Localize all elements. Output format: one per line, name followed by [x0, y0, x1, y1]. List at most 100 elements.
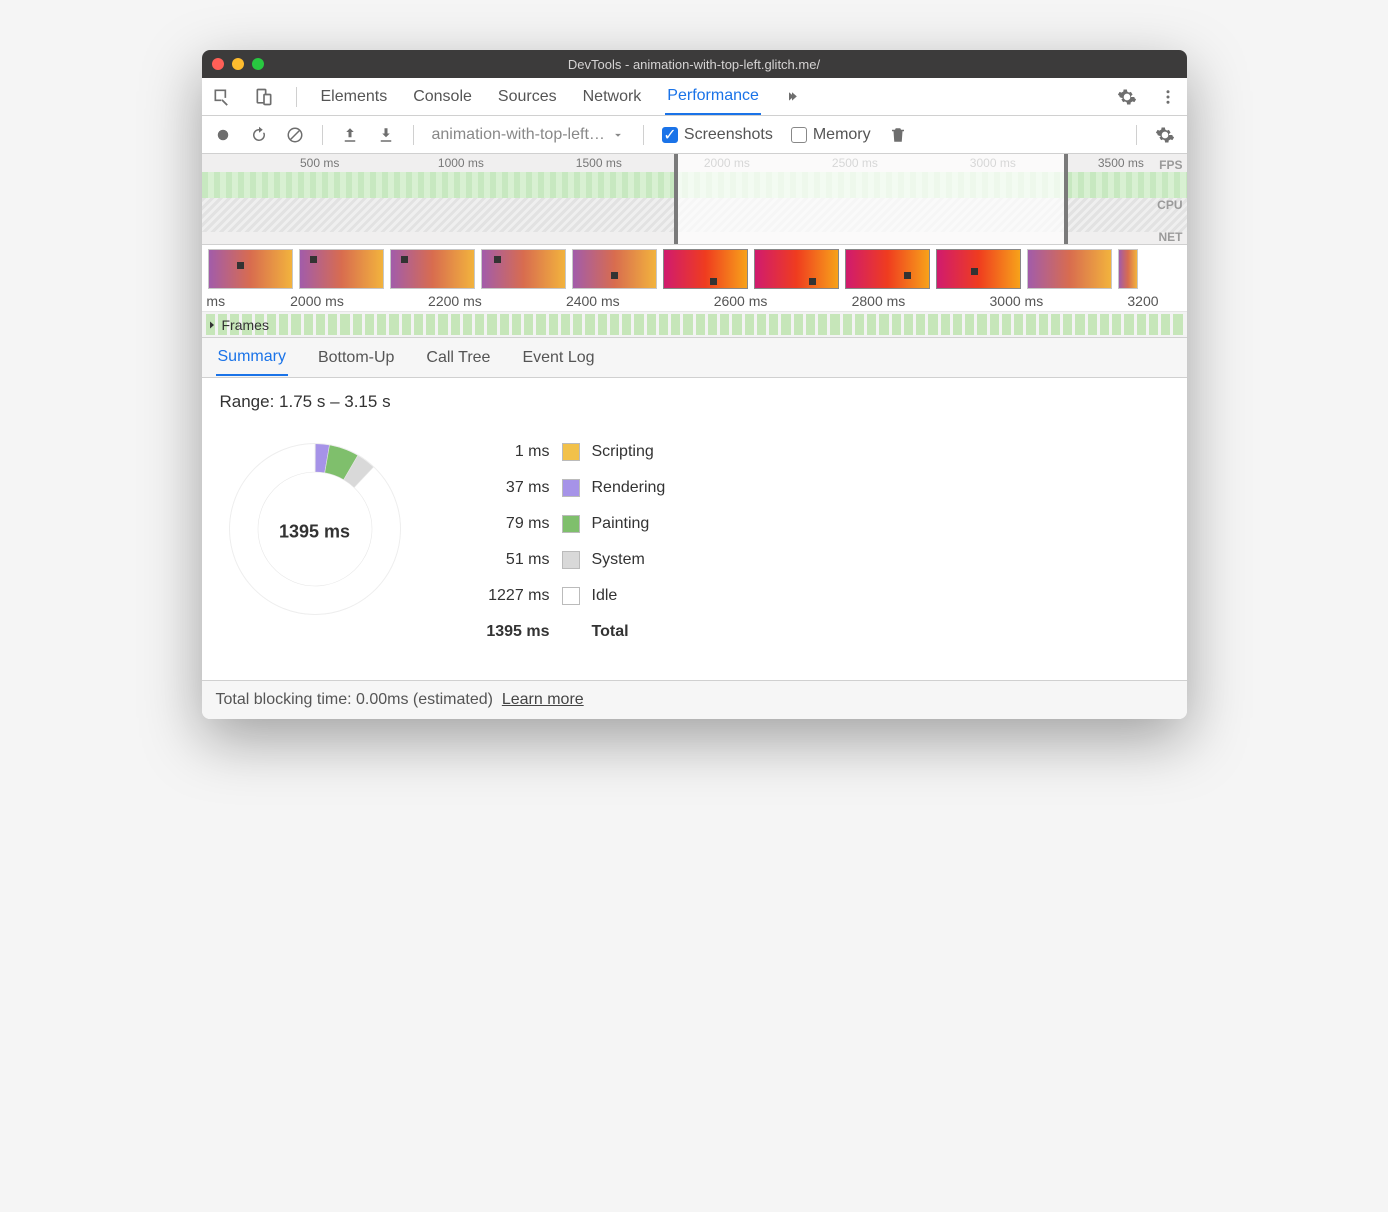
screenshot-thumbnail[interactable] — [663, 249, 748, 289]
screenshots-checkbox[interactable]: ✓ Screenshots — [662, 126, 773, 144]
legend-label: Scripting — [592, 443, 654, 461]
screenshot-thumbnail[interactable] — [1118, 249, 1138, 289]
legend-row: 1227 msIdle — [470, 578, 666, 614]
screenshot-thumbnail[interactable] — [481, 249, 566, 289]
memory-label: Memory — [813, 126, 871, 144]
upload-profile-icon[interactable] — [341, 126, 359, 144]
settings-icon[interactable] — [1117, 87, 1137, 107]
donut-center-value: 1395 ms — [279, 521, 350, 542]
zoom-window-button[interactable] — [252, 58, 264, 70]
fps-lane-label: FPS — [1159, 158, 1182, 172]
download-profile-icon[interactable] — [377, 126, 395, 144]
checkbox-icon — [791, 127, 807, 143]
garbage-collect-icon[interactable] — [889, 126, 907, 144]
legend-row: 1 ms Scripting — [470, 434, 666, 470]
divider — [643, 125, 644, 145]
main-tab-bar: Elements Console Sources Network Perform… — [202, 78, 1187, 116]
close-window-button[interactable] — [212, 58, 224, 70]
legend-row: 51 msSystem — [470, 542, 666, 578]
range-label: Range: 1.75 s – 3.15 s — [220, 392, 1169, 412]
reload-record-button[interactable] — [250, 126, 268, 144]
net-lane-label: NET — [1159, 230, 1183, 244]
timeline-tick: 2000 ms — [290, 293, 344, 309]
overview-selection-handle[interactable] — [674, 154, 1068, 244]
divider — [322, 125, 323, 145]
blocking-time-label: Total blocking time: 0.00ms (estimated) — [216, 691, 493, 708]
record-button[interactable] — [214, 126, 232, 144]
frames-label: Frames — [222, 317, 269, 333]
screenshots-filmstrip[interactable] — [202, 245, 1187, 293]
screenshot-thumbnail[interactable] — [299, 249, 384, 289]
minimize-window-button[interactable] — [232, 58, 244, 70]
legend-ms: 51 ms — [470, 551, 550, 569]
screenshot-thumbnail[interactable] — [208, 249, 293, 289]
legend-swatch — [562, 587, 580, 605]
timeline-tick: 2600 ms — [714, 293, 768, 309]
divider — [413, 125, 414, 145]
window-titlebar[interactable]: DevTools - animation-with-top-left.glitc… — [202, 50, 1187, 78]
overview-tick: 500 ms — [300, 156, 339, 170]
clear-button[interactable] — [286, 126, 304, 144]
overview-panel[interactable]: 500 ms 1000 ms 1500 ms 2000 ms 2500 ms 3… — [202, 154, 1187, 245]
legend-row: 79 ms Painting — [470, 506, 666, 542]
screenshot-thumbnail[interactable] — [936, 249, 1021, 289]
legend-row: 37 ms Rendering — [470, 470, 666, 506]
tab-event-log[interactable]: Event Log — [520, 341, 596, 375]
screenshot-thumbnail[interactable] — [754, 249, 839, 289]
overview-tick: 1000 ms — [438, 156, 484, 170]
tab-sources[interactable]: Sources — [496, 80, 559, 114]
legend-swatch — [562, 443, 580, 461]
dropdown-label: animation-with-top-left… — [432, 126, 605, 144]
frames-track-header[interactable]: Frames — [206, 317, 269, 333]
legend-ms: 1 ms — [470, 443, 550, 461]
timeline-ruler: ms 2000 ms 2200 ms 2400 ms 2600 ms 2800 … — [202, 293, 1187, 311]
more-tabs-icon[interactable] — [783, 88, 801, 106]
chevron-down-icon — [611, 128, 625, 142]
screenshot-thumbnail[interactable] — [390, 249, 475, 289]
tab-bottom-up[interactable]: Bottom-Up — [316, 341, 396, 375]
traffic-lights — [212, 58, 264, 70]
legend-label: Painting — [592, 515, 650, 533]
tab-network[interactable]: Network — [581, 80, 644, 114]
tab-elements[interactable]: Elements — [319, 80, 390, 114]
legend-label: Rendering — [592, 479, 666, 497]
tab-console[interactable]: Console — [411, 80, 474, 114]
checkbox-icon: ✓ — [662, 127, 678, 143]
learn-more-link[interactable]: Learn more — [502, 691, 584, 708]
capture-settings-icon[interactable] — [1155, 125, 1175, 145]
status-bar: Total blocking time: 0.00ms (estimated) … — [202, 680, 1187, 719]
screenshot-thumbnail[interactable] — [572, 249, 657, 289]
devtools-window: DevTools - animation-with-top-left.glitc… — [202, 50, 1187, 719]
overview-tick: 1500 ms — [576, 156, 622, 170]
expand-triangle-icon — [206, 319, 218, 331]
memory-checkbox[interactable]: Memory — [791, 126, 871, 144]
performance-toolbar: animation-with-top-left… ✓ Screenshots M… — [202, 116, 1187, 154]
cpu-lane-label: CPU — [1157, 198, 1182, 212]
tab-performance[interactable]: Performance — [665, 79, 761, 115]
divider — [296, 87, 297, 107]
tab-call-tree[interactable]: Call Tree — [424, 341, 492, 375]
screenshot-thumbnail[interactable] — [845, 249, 930, 289]
legend-ms: 37 ms — [470, 479, 550, 497]
details-tab-bar: Summary Bottom-Up Call Tree Event Log — [202, 338, 1187, 378]
tab-summary[interactable]: Summary — [216, 340, 288, 376]
timeline-tick: 2800 ms — [852, 293, 906, 309]
legend-swatch — [562, 515, 580, 533]
inspect-element-icon[interactable] — [212, 87, 232, 107]
screenshots-label: Screenshots — [684, 126, 773, 144]
timeline-tick: 2200 ms — [428, 293, 482, 309]
kebab-menu-icon[interactable] — [1159, 88, 1177, 106]
legend-swatch — [562, 479, 580, 497]
legend-swatch — [562, 551, 580, 569]
profile-selector-dropdown[interactable]: animation-with-top-left… — [432, 126, 625, 144]
legend-ms: 79 ms — [470, 515, 550, 533]
device-toolbar-icon[interactable] — [254, 87, 274, 107]
frames-track[interactable]: Frames — [202, 311, 1187, 337]
screenshot-thumbnail[interactable] — [1027, 249, 1112, 289]
timeline-tick: 3200 — [1127, 293, 1158, 309]
flame-chart-panel[interactable]: ms 2000 ms 2200 ms 2400 ms 2600 ms 2800 … — [202, 293, 1187, 338]
legend-ms: 1395 ms — [470, 623, 550, 641]
legend-row: 1395 msTotal — [470, 614, 666, 650]
window-title: DevTools - animation-with-top-left.glitc… — [568, 57, 820, 72]
summary-legend: 1 ms Scripting 37 ms Rendering 79 ms Painting… — [470, 434, 666, 650]
